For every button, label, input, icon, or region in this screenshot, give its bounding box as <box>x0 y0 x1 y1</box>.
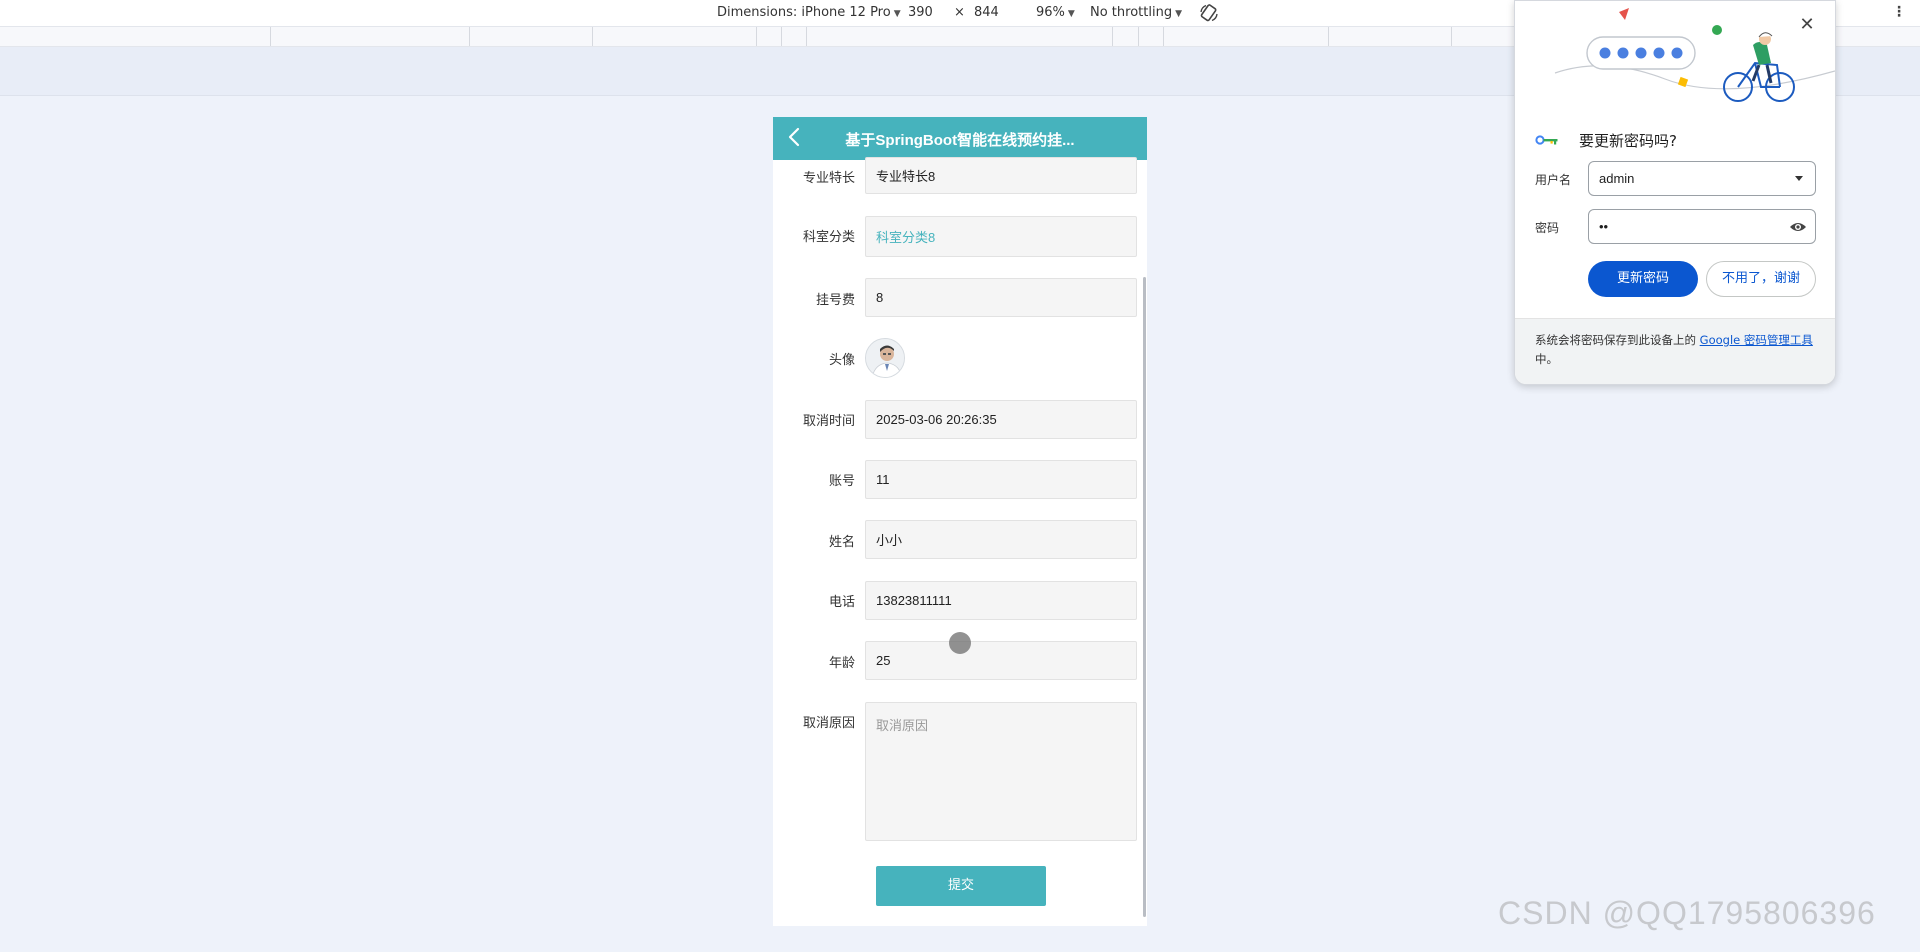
specialty-label: 专业特长 <box>802 171 855 186</box>
avatar-label: 头像 <box>828 353 855 368</box>
ruler-tick <box>592 27 593 46</box>
department-select[interactable]: 科室分类8 <box>865 216 1137 257</box>
width-input[interactable]: 390 <box>908 5 933 20</box>
password-label: 密码 <box>1535 221 1560 235</box>
username-select[interactable]: admin <box>1588 161 1816 196</box>
touch-cursor <box>949 632 971 654</box>
ruler-tick <box>1163 27 1164 46</box>
zoom-value: 96% <box>1036 5 1065 20</box>
ruler-tick <box>806 27 807 46</box>
password-value: •• <box>1599 219 1609 234</box>
chevron-down-icon: ▼ <box>893 9 901 19</box>
dialog-footer: 系统会将密码保存到此设备上的 Google 密码管理工具中。 <box>1515 318 1835 384</box>
back-arrow-icon[interactable] <box>783 125 807 149</box>
watermark: CSDN @QQ1795806396 <box>1498 895 1876 931</box>
username-label: 用户名 <box>1535 173 1572 187</box>
rotate-icon[interactable] <box>1199 3 1219 23</box>
password-field[interactable]: •• <box>1588 209 1816 244</box>
times-sign: × <box>954 5 965 20</box>
no-thanks-button[interactable]: 不用了，谢谢 <box>1706 261 1816 297</box>
ruler-tick <box>1138 27 1139 46</box>
name-label: 姓名 <box>828 535 855 550</box>
ruler-tick <box>1328 27 1329 46</box>
update-password-button[interactable]: 更新密码 <box>1588 261 1698 297</box>
account-label: 账号 <box>828 474 855 489</box>
ruler-tick <box>781 27 782 46</box>
ruler-tick <box>756 27 757 46</box>
username-value: admin <box>1599 171 1635 186</box>
submit-button[interactable]: 提交 <box>876 866 1046 906</box>
zoom-select[interactable]: 96% ▼ <box>1036 5 1075 20</box>
ruler-tick <box>469 27 470 46</box>
throttling-value: No throttling <box>1090 5 1173 20</box>
scrollbar[interactable] <box>1143 277 1146 917</box>
ruler-tick <box>270 27 271 46</box>
department-label: 科室分类 <box>802 230 855 245</box>
age-input[interactable]: 25 <box>865 641 1137 680</box>
phone-input[interactable]: 13823811111 <box>865 581 1137 620</box>
chevron-down-icon: ▼ <box>1067 9 1075 19</box>
update-password-dialog: ✕ 要更新密码吗? 用户名 admin 密码 •• 更新密码 不用了，谢谢 系统… <box>1514 0 1836 385</box>
footer-text-main: 系统会将密码保存到此设备上的 <box>1535 333 1696 347</box>
footer-text: 系统会将密码保存到此设备上的 Google 密码管理工具中。 <box>1535 331 1821 369</box>
phone-viewport: 基于SpringBoot智能在线预约挂... 专业特长 专业特长8 科室分类 科… <box>773 117 1147 926</box>
dialog-title: 要更新密码吗? <box>1579 132 1677 150</box>
device-dimensions-select[interactable]: Dimensions: iPhone 12 Pro ▼ <box>717 5 901 20</box>
cyclist-illustration <box>1554 8 1835 102</box>
more-options-icon[interactable]: ⋮ <box>1892 4 1906 20</box>
close-icon[interactable]: ✕ <box>1797 15 1817 35</box>
account-input[interactable]: 11 <box>865 460 1137 499</box>
footer-text-suffix: 中。 <box>1535 352 1558 366</box>
fee-label: 挂号费 <box>815 293 855 308</box>
throttling-select[interactable]: No throttling ▼ <box>1090 5 1182 20</box>
cancel-time-input[interactable]: 2025-03-06 20:26:35 <box>865 400 1137 439</box>
show-password-eye-icon[interactable] <box>1789 219 1807 235</box>
cancel-reason-textarea[interactable]: 取消原因 <box>865 702 1137 841</box>
ruler-tick <box>1451 27 1452 46</box>
height-input[interactable]: 844 <box>974 5 999 20</box>
app-header: 基于SpringBoot智能在线预约挂... <box>773 117 1147 160</box>
dropdown-arrow-icon <box>1795 176 1803 181</box>
ruler-tick <box>1112 27 1113 46</box>
doctor-avatar-image <box>866 339 904 377</box>
chevron-down-icon: ▼ <box>1175 9 1182 19</box>
fee-input[interactable]: 8 <box>865 278 1137 317</box>
specialty-input[interactable]: 专业特长8 <box>865 157 1137 194</box>
page-title: 基于SpringBoot智能在线预约挂... <box>845 132 1075 149</box>
cancel-reason-label: 取消原因 <box>802 716 855 731</box>
cancel-time-label: 取消时间 <box>802 414 855 429</box>
dimensions-label: Dimensions: iPhone 12 Pro <box>717 5 891 20</box>
avatar[interactable] <box>865 338 905 378</box>
age-label: 年龄 <box>828 656 855 671</box>
password-key-icon <box>1535 135 1558 145</box>
phone-label: 电话 <box>828 595 855 610</box>
password-manager-link[interactable]: Google 密码管理工具 <box>1700 333 1813 347</box>
name-input[interactable]: 小小 <box>865 520 1137 559</box>
